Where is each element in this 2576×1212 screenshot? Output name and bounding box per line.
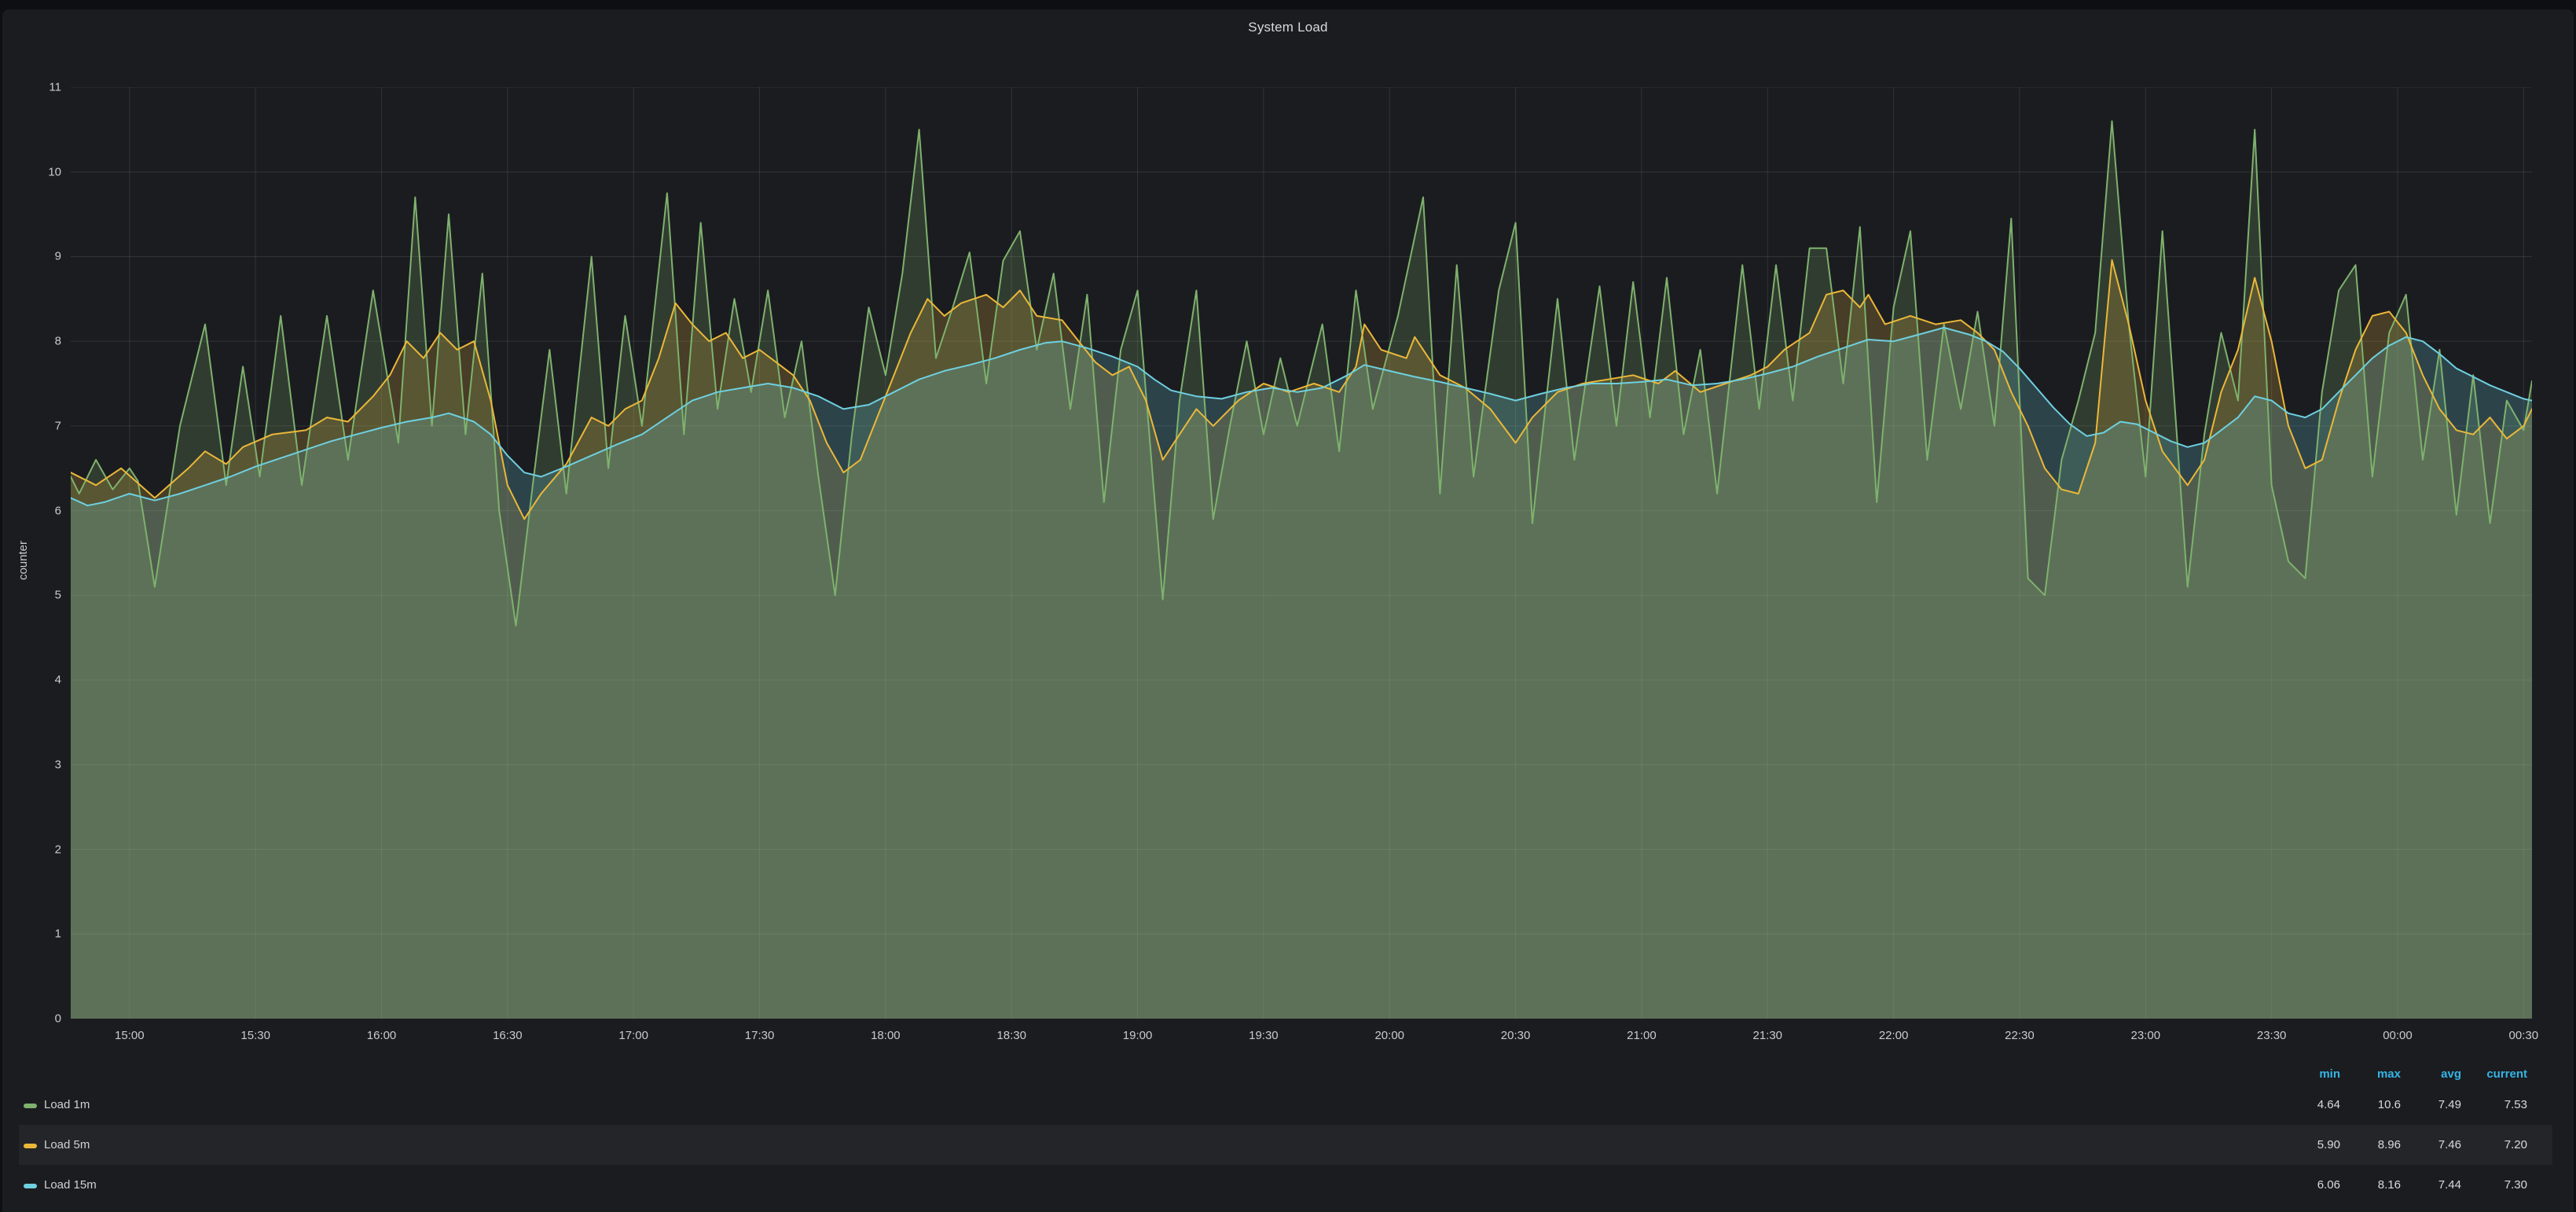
legend-value-avg: 7.44	[2401, 1178, 2461, 1192]
x-tick-label: 20:00	[1374, 1029, 1404, 1042]
legend-value-min: 4.64	[2280, 1098, 2340, 1111]
legend-value-current: 7.20	[2461, 1138, 2527, 1151]
x-axis-ticks: 15:00 15:30 16:00 16:30 17:00 17:30 18:00 18:30…	[71, 1029, 2532, 1045]
x-tick-label: 19:30	[1249, 1029, 1279, 1042]
load-chart[interactable]	[71, 87, 2532, 1019]
legend-value-current: 7.30	[2461, 1178, 2527, 1192]
legend-column-min[interactable]: min	[2280, 1067, 2340, 1081]
legend-swatch-icon[interactable]	[24, 1184, 37, 1188]
legend-value-max: 8.96	[2340, 1138, 2401, 1151]
legend-value-min: 5.90	[2280, 1138, 2340, 1151]
y-tick-label: 8	[2, 335, 61, 348]
y-tick-label: 10	[2, 165, 61, 178]
legend-row: Load 15m 6.068.167.447.30	[19, 1165, 2552, 1205]
legend-column-max[interactable]: max	[2340, 1067, 2401, 1081]
x-tick-label: 18:00	[871, 1029, 901, 1042]
y-tick-label: 2	[2, 843, 61, 856]
x-tick-label: 00:30	[2509, 1029, 2539, 1042]
legend-swatch-icon[interactable]	[24, 1144, 37, 1148]
x-tick-label: 15:30	[240, 1029, 270, 1042]
graph-panel: System Load counter 01234567891011 15:00…	[2, 9, 2574, 1212]
legend-series-name[interactable]: Load 5m	[44, 1138, 90, 1151]
legend-header: minmaxavgcurrent	[19, 1063, 2552, 1085]
x-tick-label: 19:00	[1123, 1029, 1153, 1042]
y-tick-label: 5	[2, 589, 61, 602]
legend-row: Load 5m 5.908.967.467.20	[19, 1125, 2552, 1165]
y-axis-ticks: 01234567891011	[2, 87, 61, 1019]
x-tick-label: 15:00	[115, 1029, 145, 1042]
x-tick-label: 17:00	[618, 1029, 648, 1042]
legend: minmaxavgcurrentLoad 1m4.6410.67.497.53L…	[19, 1063, 2552, 1205]
x-tick-label: 17:30	[745, 1029, 775, 1042]
y-tick-label: 9	[2, 250, 61, 263]
x-tick-label: 23:00	[2131, 1029, 2161, 1042]
legend-series-name[interactable]: Load 15m	[44, 1178, 97, 1192]
legend-swatch-icon[interactable]	[24, 1104, 37, 1108]
y-tick-label: 6	[2, 504, 61, 517]
x-tick-label: 22:00	[1879, 1029, 1909, 1042]
legend-value-min: 6.06	[2280, 1178, 2340, 1192]
y-tick-label: 7	[2, 419, 61, 432]
y-tick-label: 11	[2, 81, 61, 94]
x-tick-label: 18:30	[996, 1029, 1026, 1042]
x-tick-label: 16:00	[367, 1029, 397, 1042]
x-tick-label: 23:30	[2257, 1029, 2287, 1042]
legend-value-avg: 7.49	[2401, 1098, 2461, 1111]
x-tick-label: 21:30	[1752, 1029, 1782, 1042]
legend-column-current[interactable]: current	[2461, 1067, 2527, 1081]
x-tick-label: 16:30	[493, 1029, 523, 1042]
x-tick-label: 22:30	[2005, 1029, 2035, 1042]
y-tick-label: 4	[2, 674, 61, 687]
y-tick-label: 3	[2, 758, 61, 771]
y-tick-label: 0	[2, 1012, 61, 1026]
legend-row: Load 1m 4.6410.67.497.53	[19, 1085, 2552, 1125]
legend-value-max: 10.6	[2340, 1098, 2401, 1111]
x-tick-label: 20:30	[1501, 1029, 1531, 1042]
legend-value-avg: 7.46	[2401, 1138, 2461, 1151]
x-tick-label: 21:00	[1627, 1029, 1657, 1042]
legend-series-name[interactable]: Load 1m	[44, 1098, 90, 1111]
x-tick-label: 00:00	[2383, 1029, 2413, 1042]
legend-value-current: 7.53	[2461, 1098, 2527, 1111]
y-tick-label: 1	[2, 927, 61, 941]
panel-title[interactable]: System Load	[2, 17, 2574, 38]
legend-column-avg[interactable]: avg	[2401, 1067, 2461, 1081]
legend-value-max: 8.16	[2340, 1178, 2401, 1192]
